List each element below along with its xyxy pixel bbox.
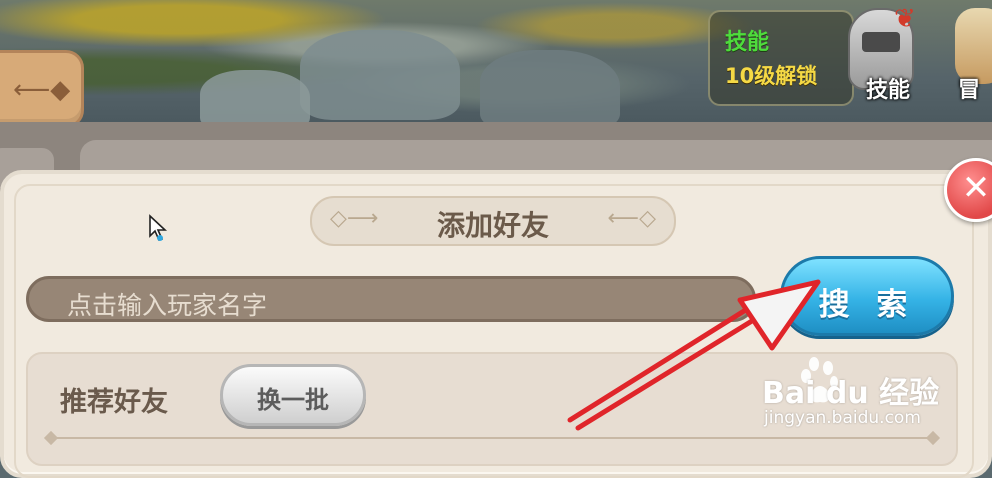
ornament-right-icon: ⟵◇ [607, 206, 656, 231]
skill-title: 技能 [725, 30, 770, 55]
arrow-ornament-icon: ⟵◆ [13, 75, 71, 105]
refresh-batch-button[interactable]: 换一批 [220, 364, 366, 426]
dialog-title-banner: ◇⟶ 添加好友 ⟵◇ [310, 196, 676, 246]
player-name-input[interactable]: 点击输入玩家名字 [26, 276, 756, 322]
search-button[interactable]: 搜 索 [780, 256, 954, 336]
mouse-cursor-icon [149, 214, 168, 241]
watermark-brand: Bai du 经验 [762, 376, 940, 411]
skill-unlock-level: 10级解锁 [725, 64, 818, 88]
recommended-friends-title: 推荐好友 [60, 387, 168, 418]
search-button-label: 搜 索 [818, 287, 916, 323]
close-icon: ✕ [961, 168, 991, 208]
skill-lock-panel: 技能 10级解锁 [708, 10, 854, 106]
search-placeholder: 点击输入玩家名字 [67, 291, 268, 320]
adventure-button-label: 冒 [958, 78, 981, 103]
skill-button-label: 技能 [866, 78, 911, 103]
refresh-batch-label: 换一批 [257, 386, 329, 414]
section-divider [50, 437, 934, 439]
watermark-url: jingyan.baidu.com [764, 408, 921, 428]
side-menu-tab[interactable]: ⟵◆ [0, 50, 84, 128]
